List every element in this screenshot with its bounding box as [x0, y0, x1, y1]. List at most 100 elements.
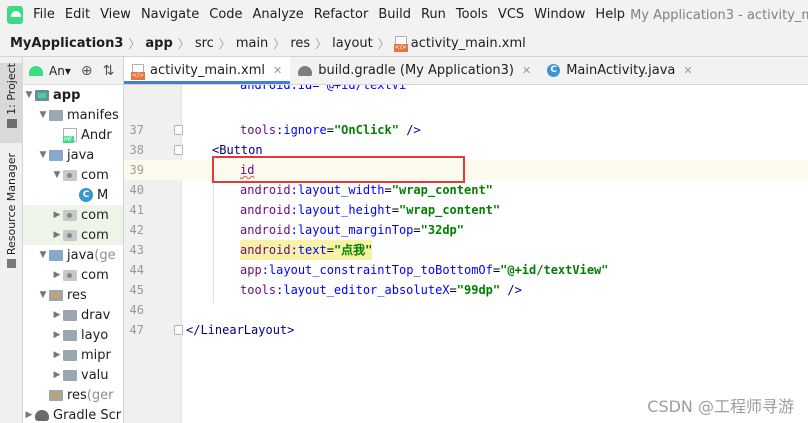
- project-tool-tab[interactable]: 1: Project: [0, 63, 23, 143]
- tab-build-gradle[interactable]: build.gradle (My Application3) ✕: [290, 57, 539, 84]
- attr-value: "@+id/textView": [500, 263, 609, 277]
- tree-item-label: res: [67, 387, 87, 403]
- res-folder-icon: [49, 289, 63, 301]
- breadcrumb-file[interactable]: activity_main.xml: [411, 36, 526, 51]
- expand-arrow-icon[interactable]: ▼: [37, 150, 49, 160]
- breadcrumb-module[interactable]: app: [145, 36, 172, 51]
- tree-item-res[interactable]: ▼ res: [23, 285, 123, 305]
- tree-item-label: M: [97, 187, 109, 203]
- line-number: 47: [129, 323, 144, 337]
- menu-window[interactable]: Window: [529, 0, 590, 30]
- breadcrumb-layout[interactable]: layout: [332, 36, 373, 51]
- fold-marker-icon[interactable]: [174, 325, 183, 335]
- tree-item-layout[interactable]: ▶ layo: [23, 325, 123, 345]
- breadcrumb-src[interactable]: src: [195, 36, 214, 51]
- collapse-arrow-icon[interactable]: ▶: [51, 350, 63, 360]
- line-number: 38: [129, 143, 144, 157]
- attr-value: "wrap_content": [398, 203, 501, 217]
- code-line-44: 44 app:layout_constraintTop_toBottomOf="…: [124, 260, 808, 280]
- fold-marker-icon[interactable]: [174, 125, 183, 135]
- java-class-icon: C: [79, 188, 93, 202]
- code-line-40: 40 android:layout_width="wrap_content": [124, 180, 808, 200]
- menu-navigate[interactable]: Navigate: [136, 0, 204, 30]
- menu-analyze[interactable]: Analyze: [248, 0, 309, 30]
- code-text: android:layout_width="wrap_content": [240, 183, 493, 197]
- tree-item-app[interactable]: ▼ app: [23, 85, 123, 105]
- tree-item-package-generated[interactable]: ▶ com: [23, 265, 123, 285]
- menu-help[interactable]: Help: [590, 0, 630, 30]
- tree-item-gradle-scripts[interactable]: ▶ Gradle Scr: [23, 405, 123, 423]
- breadcrumb-res[interactable]: res: [290, 36, 310, 51]
- resource-manager-tool-tab[interactable]: Resource Manager: [0, 153, 23, 279]
- close-icon[interactable]: ✕: [522, 64, 531, 77]
- attr-value: "32dp": [420, 223, 464, 237]
- code-editor[interactable]: android:id="@+id/textVi 37 tools:ignore=…: [124, 85, 808, 423]
- breadcrumb-separator-icon: 〉: [218, 36, 231, 51]
- tree-item-label: com: [81, 207, 109, 223]
- expand-arrow-icon[interactable]: ▼: [37, 250, 49, 260]
- close-icon[interactable]: ✕: [273, 64, 282, 77]
- tree-item-java-generated[interactable]: ▼ java (ge: [23, 245, 123, 265]
- menu-vcs[interactable]: VCS: [493, 0, 529, 30]
- tab-activity-main-xml[interactable]: activity_main.xml ✕: [124, 57, 291, 84]
- tree-item-java[interactable]: ▼ java: [23, 145, 123, 165]
- line-number: 37: [129, 123, 144, 137]
- breadcrumb-separator-icon: 〉: [315, 36, 328, 51]
- breadcrumb-separator-icon: 〉: [377, 36, 390, 51]
- tree-item-label: java: [67, 247, 95, 263]
- breadcrumb-main[interactable]: main: [236, 36, 268, 51]
- tree-item-values[interactable]: ▶ valu: [23, 365, 123, 385]
- expand-arrow-icon[interactable]: ▼: [23, 90, 35, 100]
- line-number: 44: [129, 263, 144, 277]
- attr-namespace: android: [240, 183, 291, 197]
- menu-refactor[interactable]: Refactor: [309, 0, 374, 30]
- collapse-arrow-icon[interactable]: ▶: [51, 230, 63, 240]
- tree-item-label: Gradle Scr: [53, 407, 122, 423]
- tree-item-mipmap[interactable]: ▶ mipr: [23, 345, 123, 365]
- tab-main-activity-java[interactable]: C MainActivity.java ✕: [539, 57, 700, 84]
- collapse-arrow-icon[interactable]: ▶: [51, 370, 63, 380]
- menu-build[interactable]: Build: [373, 0, 416, 30]
- line-number: 45: [129, 283, 144, 297]
- fold-marker-icon[interactable]: [174, 145, 183, 155]
- menu-code[interactable]: Code: [204, 0, 247, 30]
- line-number: 40: [129, 183, 144, 197]
- folder-icon: [63, 369, 77, 381]
- tree-item-drawable[interactable]: ▶ drav: [23, 305, 123, 325]
- tree-item-package-test[interactable]: ▶ com: [23, 205, 123, 225]
- tree-item-main-activity[interactable]: C M: [23, 185, 123, 205]
- expand-arrow-icon[interactable]: ▼: [37, 110, 49, 120]
- collapse-arrow-icon[interactable]: ▶: [51, 210, 63, 220]
- menu-tools[interactable]: Tools: [451, 0, 493, 30]
- attr-value: "wrap_content": [391, 183, 493, 197]
- code-text: tools:ignore="OnClick" />: [240, 123, 421, 137]
- menu-view[interactable]: View: [95, 0, 136, 30]
- folder-icon: [63, 309, 77, 321]
- code-line-42: 42 android:layout_marginTop="32dp": [124, 220, 808, 240]
- locate-target-icon[interactable]: ⊕: [81, 63, 93, 79]
- tree-item-package[interactable]: ▼ com: [23, 165, 123, 185]
- annotation-highlight-box: [212, 156, 465, 183]
- collapse-arrow-icon[interactable]: ▶: [51, 310, 63, 320]
- code-line-45: 45 tools:layout_editor_absoluteX="99dp" …: [124, 280, 808, 300]
- expand-arrow-icon[interactable]: ▼: [51, 170, 63, 180]
- project-view-selector[interactable]: An▾: [49, 64, 71, 78]
- menu-run[interactable]: Run: [416, 0, 451, 30]
- attr-name: layout_constraintTop_toBottomOf: [268, 263, 493, 277]
- attr-namespace: app: [240, 263, 262, 277]
- menu-file[interactable]: File: [28, 0, 60, 30]
- close-icon[interactable]: ✕: [683, 64, 692, 77]
- expand-arrow-icon[interactable]: ▼: [37, 290, 49, 300]
- generated-suffix: (ge: [94, 247, 116, 263]
- collapse-arrow-icon[interactable]: ▶: [51, 330, 63, 340]
- tab-label: activity_main.xml: [150, 63, 266, 78]
- menu-edit[interactable]: Edit: [60, 0, 95, 30]
- tree-item-android-manifest[interactable]: Andr: [23, 125, 123, 145]
- tree-item-manifests[interactable]: ▼ manifes: [23, 105, 123, 125]
- tree-item-package-android-test[interactable]: ▶ com: [23, 225, 123, 245]
- breadcrumb-project[interactable]: MyApplication3: [10, 36, 123, 51]
- collapse-arrow-icon[interactable]: ▶: [23, 410, 35, 420]
- tree-item-res-generated[interactable]: res (ger: [23, 385, 123, 405]
- collapse-arrow-icon[interactable]: ▶: [51, 270, 63, 280]
- collapse-all-icon[interactable]: ⇅: [103, 63, 115, 79]
